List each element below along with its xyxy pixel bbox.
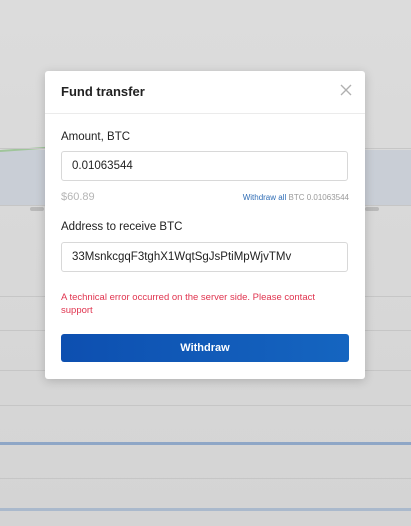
background-axis-tick: [365, 207, 379, 211]
amount-input[interactable]: [61, 151, 348, 181]
fund-transfer-dialog: Fund transfer Amount, BTC $60.89 Withdra…: [45, 71, 365, 379]
background-axis-tick: [30, 207, 44, 211]
address-label: Address to receive BTC: [61, 221, 183, 233]
background-chart-series: [0, 508, 411, 511]
available-balance: BTC 0.01063544: [288, 193, 350, 202]
close-button[interactable]: [339, 83, 353, 97]
fiat-equivalent: $60.89: [61, 191, 95, 203]
background-grid-line: [0, 405, 411, 406]
address-input[interactable]: [61, 242, 348, 272]
withdraw-all-row: Withdraw all BTC 0.01063544: [243, 193, 349, 202]
background-grid-line: [0, 478, 411, 479]
withdraw-button[interactable]: Withdraw: [61, 334, 349, 362]
error-message: A technical error occurred on the server…: [61, 292, 315, 316]
amount-label: Amount, BTC: [61, 131, 131, 143]
dialog-title: Fund transfer: [61, 84, 145, 99]
background-chart-series: [0, 442, 411, 445]
withdraw-all-link[interactable]: Withdraw all: [243, 193, 287, 202]
close-icon: [340, 84, 352, 96]
dialog-header: Fund transfer: [45, 71, 365, 114]
